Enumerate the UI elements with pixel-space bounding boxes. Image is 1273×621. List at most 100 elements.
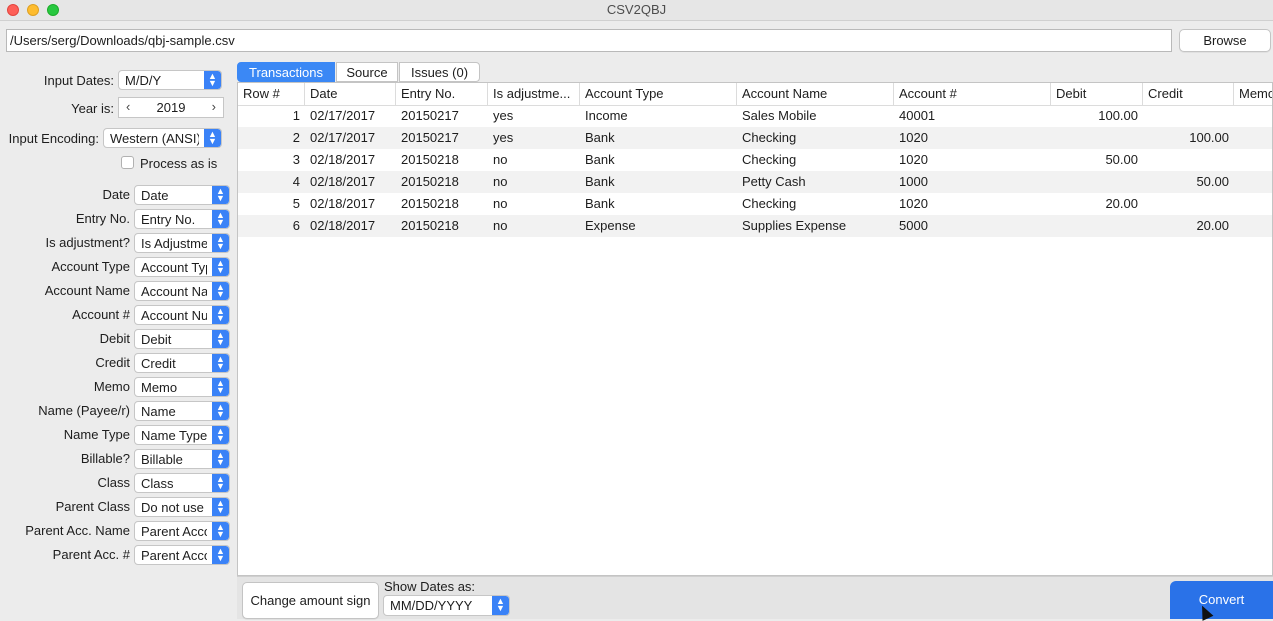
table-cell [1143,105,1234,127]
chevron-updown-icon: ▲ ▼ [212,498,229,516]
input-encoding-value: Western (ANSI) [110,131,199,146]
table-row[interactable]: 6 02/18/2017 20150218 no Expense Supplies Exp… [238,215,1272,237]
table-cell: 20.00 [1196,218,1229,233]
table-cell: 20150218 [401,152,459,167]
table-cell [1051,215,1143,237]
table-cell: 5 [292,196,300,211]
chevron-updown-icon: ▲ ▼ [204,71,221,89]
table-cell [1234,127,1272,149]
chevron-updown-icon: ▲ ▼ [204,129,221,147]
mapping-select[interactable]: Name ▲ ▼ [134,401,230,421]
mapping-value: Account Number [141,308,207,323]
table-cell: 1020 [899,130,928,145]
mapping-value: Account Name [141,284,207,299]
mapping-select[interactable]: Entry No. ▲ ▼ [134,209,230,229]
table-cell [1143,149,1234,171]
year-stepper[interactable]: ‹ 2019 › [118,97,224,118]
input-encoding-label: Input Encoding: [8,131,99,146]
column-header[interactable]: Date [305,83,396,105]
table-cell: Checking [742,196,797,211]
mapping-select[interactable]: Do not use ▲ ▼ [134,497,230,517]
chevron-updown-icon: ▲ ▼ [212,522,229,540]
process-as-is-label: Process as is [140,156,218,171]
table-cell: 02/18/2017 [310,218,376,233]
column-header[interactable]: Entry No. [396,83,488,105]
process-as-is-checkbox[interactable] [121,156,134,169]
table-cell [1234,105,1272,127]
column-header[interactable]: Is adjustme... [488,83,580,105]
table-row[interactable]: 2 02/17/2017 20150217 yes Bank Checking 1020 10… [238,127,1272,149]
table-cell: no [493,152,508,167]
mapping-select[interactable]: Class ▲ ▼ [134,473,230,493]
table-row[interactable]: 1 02/17/2017 20150217 yes Income Sales Mobile… [238,105,1272,127]
mapping-value: Credit [141,356,176,371]
table-cell: 1020 [899,152,928,167]
convert-button[interactable]: Convert [1170,581,1273,619]
input-encoding-select[interactable]: Western (ANSI) ▲ ▼ [103,128,222,148]
tab-source[interactable]: Source [336,62,398,82]
file-path-field[interactable]: /Users/serg/Downloads/qbj-sample.csv [6,29,1172,52]
transactions-table[interactable]: Row # Date Entry No. Is adjustme... Account … [237,82,1273,576]
mapping-select[interactable]: Account Type ▲▼ [134,257,230,277]
mapping-select[interactable]: Parent Account Number ▲▼ [134,545,230,565]
table-row[interactable]: 5 02/18/2017 20150218 no Bank Checking 1020 20.… [238,193,1272,215]
chevron-updown-icon: ▲ ▼ [212,282,229,300]
browse-button[interactable]: Browse [1179,29,1271,52]
mapping-select[interactable]: Billable ▲ ▼ [134,449,230,469]
table-row[interactable]: 4 02/18/2017 20150218 no Bank Petty Cash 1000 5… [238,171,1272,193]
table-cell: 20.00 [1105,196,1138,211]
column-header[interactable]: Account # [894,83,1051,105]
mapping-value: Do not use [141,500,204,515]
mapping-label: Date [102,187,130,202]
column-header[interactable]: Credit [1143,83,1234,105]
column-header[interactable]: Account Name [737,83,894,105]
table-cell: 1 [292,108,300,123]
change-amount-sign-button[interactable]: Change amount sign [242,582,379,619]
chevron-updown-icon: ▲ ▼ [212,234,229,252]
mapping-select[interactable]: Name Type ▲ ▼ [134,425,230,445]
chevron-updown-icon: ▲ ▼ [212,450,229,468]
chevron-updown-icon: ▲ ▼ [212,474,229,492]
title-bar: CSV2QBJ [0,0,1273,21]
table-cell: 4 [292,174,300,189]
table-cell: yes [493,130,514,145]
table-cell: 5000 [899,218,928,233]
show-dates-select[interactable]: MM/DD/YYYY ▲ ▼ [383,595,510,616]
mapping-label: Parent Class [55,499,130,514]
input-dates-select[interactable]: M/D/Y ▲ ▼ [118,70,222,90]
table-cell: 02/18/2017 [310,196,376,211]
year-label: Year is: [71,101,114,116]
table-row[interactable]: 3 02/18/2017 20150218 no Bank Checking 1020 50.… [238,149,1272,171]
mapping-value: Debit [141,332,172,347]
table-cell: Bank [585,152,615,167]
mapping-select[interactable]: Account Name ▲▼ [134,281,230,301]
mapping-select[interactable]: Credit ▲ ▼ [134,353,230,373]
tab-issues[interactable]: Issues (0) [399,62,480,82]
mapping-label: Billable? [80,451,130,466]
mapping-select[interactable]: Memo ▲ ▼ [134,377,230,397]
mapping-label: Parent Acc. Name [25,523,130,538]
mapping-select[interactable]: Account Number ▲▼ [134,305,230,325]
table-cell [1143,193,1234,215]
chevron-updown-icon: ▲ ▼ [212,354,229,372]
mapping-select[interactable]: Parent Account Name ▲▼ [134,521,230,541]
column-header[interactable]: Row # [238,83,305,105]
mapping-label: Parent Acc. # [52,547,130,562]
mapping-label: Account Type [51,259,130,274]
mapping-select[interactable]: Date ▲ ▼ [134,185,230,205]
tab-transactions[interactable]: Transactions [237,62,335,82]
mapping-label: Memo [93,379,130,394]
column-header[interactable]: Memo [1234,83,1272,105]
mapping-value: Parent Account Number [141,548,207,563]
table-cell: 2 [292,130,300,145]
column-header[interactable]: Account Type [580,83,737,105]
chevron-updown-icon: ▲ ▼ [212,306,229,324]
chevron-updown-icon: ▲ ▼ [212,402,229,420]
mapping-select[interactable]: Debit ▲ ▼ [134,329,230,349]
table-cell: 40001 [899,108,936,123]
chevron-right-icon[interactable]: › [212,99,216,114]
mapping-select[interactable]: Is Adjustment? ▲▼ [134,233,230,253]
column-header[interactable]: Debit [1051,83,1143,105]
table-cell: Petty Cash [742,174,806,189]
mapping-label: Name (Payee/r) [38,403,130,418]
